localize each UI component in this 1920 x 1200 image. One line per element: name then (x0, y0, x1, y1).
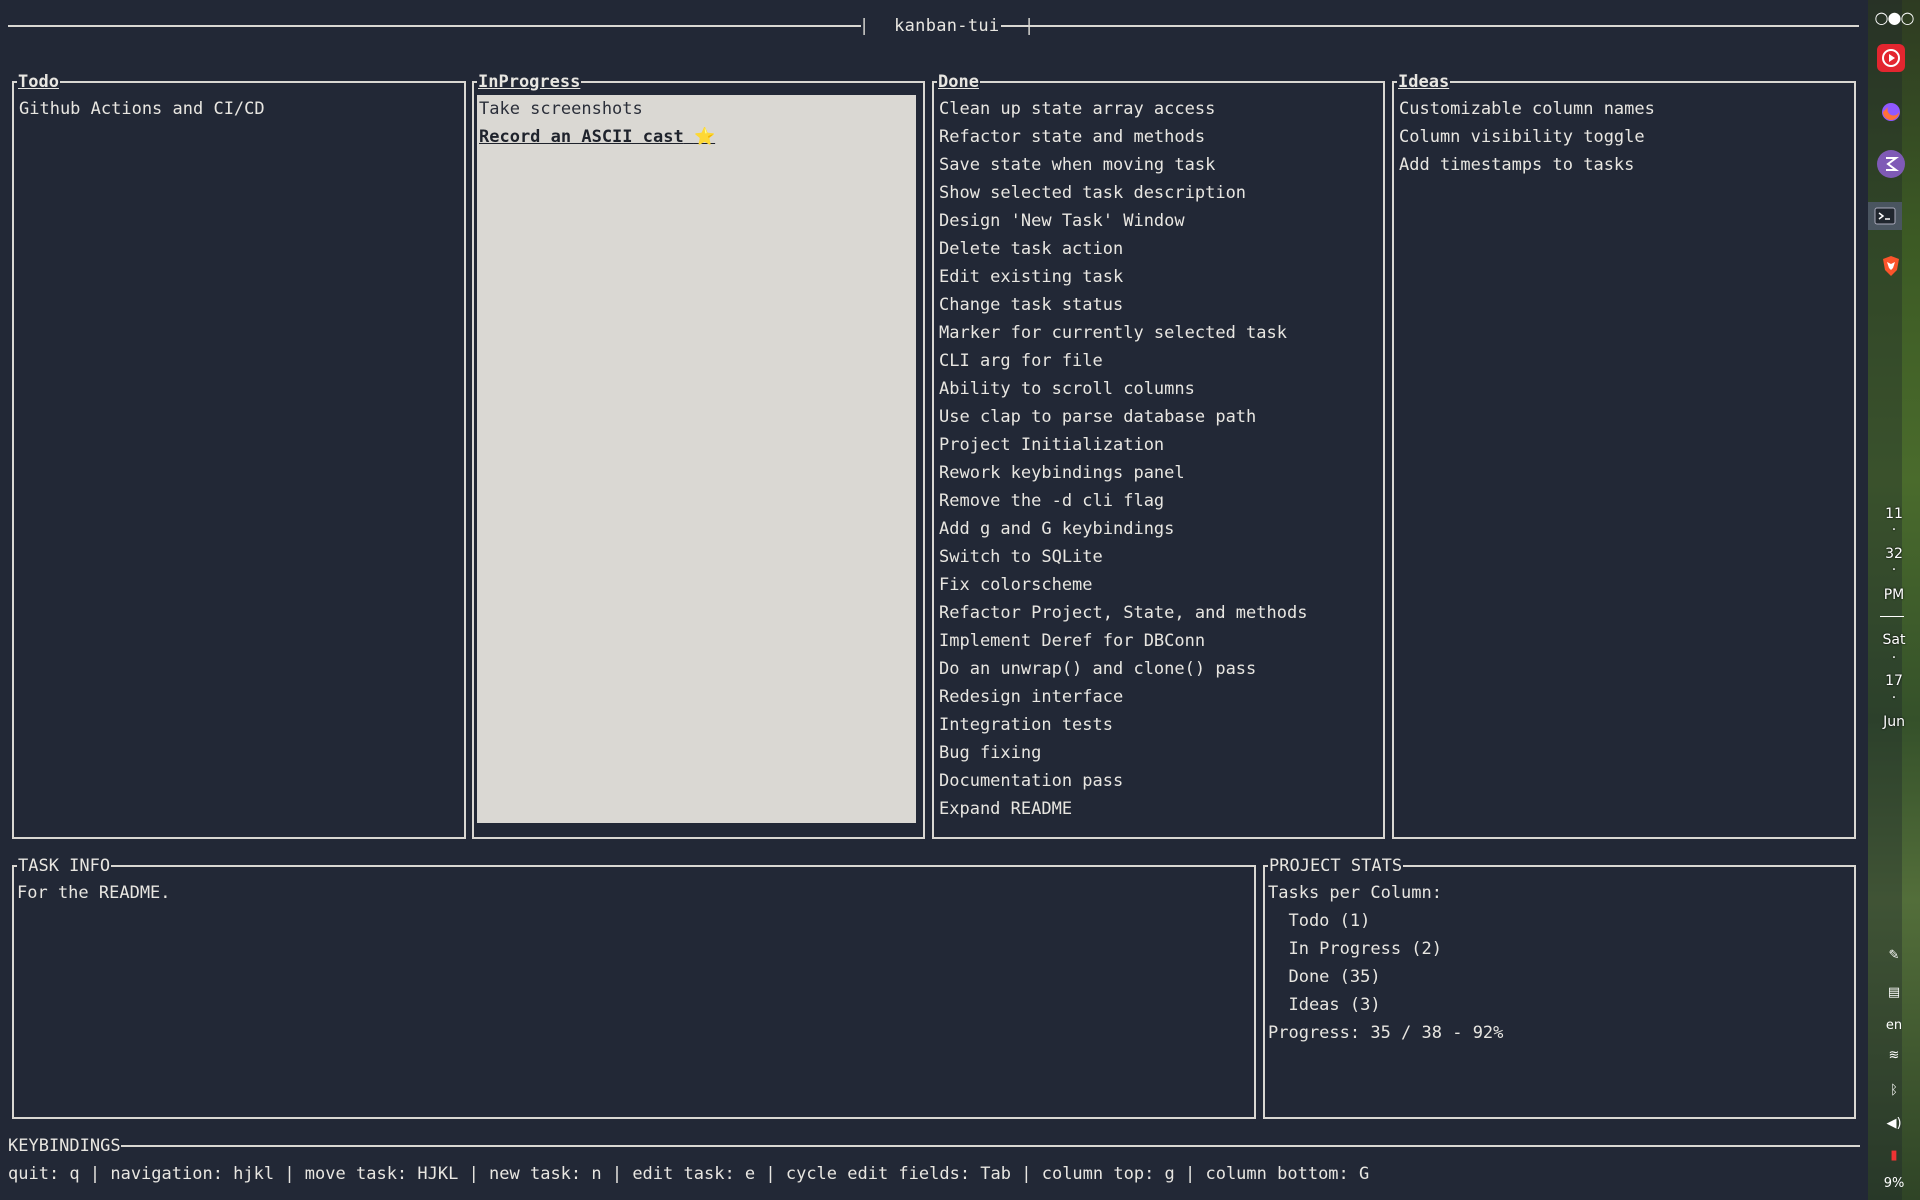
date-separator: · (1891, 650, 1897, 666)
task-list-inprogress: Take screenshots Record an ASCII cast ⭐ (477, 95, 920, 151)
task-item[interactable]: Redesign interface (937, 683, 1380, 711)
stats-row-done: Done (35) (1268, 967, 1381, 987)
clock-separator: · (1891, 562, 1897, 578)
task-item[interactable]: CLI arg for file (937, 347, 1380, 375)
color-picker-icon[interactable]: ✎ (1868, 948, 1920, 963)
task-item[interactable]: Change task status (937, 291, 1380, 319)
project-stats-title: PROJECT STATS (1268, 854, 1404, 878)
dots-icon[interactable]: ○●○ (1868, 8, 1920, 27)
emacs-icon[interactable] (1877, 150, 1905, 178)
task-item[interactable]: Do an unwrap() and clone() pass (937, 655, 1380, 683)
task-description: For the README. (17, 883, 171, 903)
wifi-icon[interactable]: ≋ (1868, 1048, 1920, 1063)
keyboard-layout-indicator[interactable]: en (1868, 1018, 1920, 1033)
task-item[interactable]: Expand README (937, 795, 1380, 823)
date-weekday: Sat (1882, 632, 1906, 648)
date-separator: · (1891, 690, 1897, 706)
task-item[interactable]: Integration tests (937, 711, 1380, 739)
task-item-selected[interactable]: Record an ASCII cast ⭐ (477, 123, 920, 151)
task-item[interactable]: Customizable column names (1397, 95, 1851, 123)
title-border-right (1001, 25, 1859, 27)
battery-icon[interactable]: ▮ (1868, 1148, 1920, 1163)
stats-heading: Tasks per Column: (1268, 883, 1442, 903)
task-item-label: Record an ASCII cast (479, 127, 684, 147)
clock-minute: 32 (1885, 546, 1903, 562)
youtube-music-icon[interactable] (1877, 44, 1905, 72)
task-item[interactable]: Implement Deref for DBConn (937, 627, 1380, 655)
task-item[interactable]: Clean up state array access (937, 95, 1380, 123)
task-item[interactable]: Rework keybindings panel (937, 459, 1380, 487)
column-todo[interactable]: Todo Github Actions and CI/CD (12, 70, 466, 839)
column-title-todo[interactable]: Todo (17, 70, 60, 94)
task-item[interactable]: Add timestamps to tasks (1397, 151, 1851, 179)
date-month: Jun (1883, 714, 1905, 730)
dock-divider (1880, 616, 1904, 617)
clipboard-icon[interactable]: ▤ (1868, 985, 1920, 1000)
clock-separator: · (1891, 522, 1897, 538)
battery-percent: 9% (1883, 1176, 1905, 1191)
bluetooth-icon[interactable]: ᛒ (1868, 1083, 1920, 1098)
title-border-left (8, 25, 861, 27)
clock-ampm: PM (1883, 587, 1905, 603)
project-stats-panel: PROJECT STATS Tasks per Column: Todo (1)… (1263, 854, 1856, 1119)
task-item[interactable]: Documentation pass (937, 767, 1380, 795)
column-done[interactable]: Done Clean up state array access Refactor… (932, 70, 1385, 839)
task-item[interactable]: Project Initialization (937, 431, 1380, 459)
task-item[interactable]: Design 'New Task' Window (937, 207, 1380, 235)
system-dock: ○●○ 11 · 32 · PM Sat · 17 · Jun ✎ ▤ en ≋… (1868, 0, 1920, 1200)
stats-progress: Progress: 35 / 38 - 92% (1268, 1023, 1504, 1043)
firefox-icon[interactable] (1877, 98, 1905, 126)
task-list-todo: Github Actions and CI/CD (17, 95, 461, 123)
task-item[interactable]: Remove the -d cli flag (937, 487, 1380, 515)
date-day: 17 (1885, 673, 1903, 689)
task-item[interactable]: Take screenshots (477, 95, 920, 123)
keybindings-border (121, 1145, 1860, 1147)
keybindings-title: KEYBINDINGS (8, 1136, 121, 1156)
star-icon: ⭐ (693, 127, 716, 147)
task-list-ideas: Customizable column names Column visibil… (1397, 95, 1851, 179)
task-item[interactable]: Fix colorscheme (937, 571, 1380, 599)
stats-list: Tasks per Column: Todo (1) In Progress (… (1268, 879, 1503, 1047)
column-title-inprogress[interactable]: InProgress (477, 70, 582, 94)
volume-icon[interactable]: ◀) (1868, 1116, 1920, 1131)
terminal-window: | kanban-tui | Todo Github Actions and C… (0, 0, 1868, 1200)
keybindings-text: quit: q | navigation: hjkl | move task: … (8, 1164, 1370, 1184)
task-item[interactable]: Edit existing task (937, 263, 1380, 291)
task-item[interactable]: Save state when moving task (937, 151, 1380, 179)
column-title-done[interactable]: Done (937, 70, 980, 94)
app-title-text: kanban-tui (894, 16, 1000, 36)
task-item[interactable]: Github Actions and CI/CD (17, 95, 461, 123)
stats-row-ideas: Ideas (3) (1268, 995, 1381, 1015)
task-item[interactable]: Marker for currently selected task (937, 319, 1380, 347)
terminal-icon[interactable] (1868, 202, 1902, 230)
brave-icon[interactable] (1877, 252, 1905, 280)
column-ideas[interactable]: Ideas Customizable column names Column v… (1392, 70, 1856, 839)
task-list-done: Clean up state array access Refactor stat… (937, 95, 1380, 823)
column-selection-highlight (477, 95, 916, 823)
clock-hour: 11 (1885, 506, 1903, 522)
task-info-panel: TASK INFO For the README. (12, 854, 1256, 1119)
task-item[interactable]: Refactor Project, State, and methods (937, 599, 1380, 627)
task-item[interactable]: Refactor state and methods (937, 123, 1380, 151)
stats-row-todo: Todo (1) (1268, 911, 1371, 931)
task-item[interactable]: Show selected task description (937, 179, 1380, 207)
title-bar-left: | (859, 16, 870, 36)
stats-row-inprogress: In Progress (2) (1268, 939, 1442, 959)
task-item[interactable]: Column visibility toggle (1397, 123, 1851, 151)
task-item[interactable]: Delete task action (937, 235, 1380, 263)
task-item[interactable]: Add g and G keybindings (937, 515, 1380, 543)
column-inprogress[interactable]: InProgress Take screenshots Record an AS… (472, 70, 925, 839)
column-title-ideas[interactable]: Ideas (1397, 70, 1451, 94)
task-item[interactable]: Switch to SQLite (937, 543, 1380, 571)
task-item[interactable]: Ability to scroll columns (937, 375, 1380, 403)
task-item[interactable]: Use clap to parse database path (937, 403, 1380, 431)
task-info-title: TASK INFO (17, 854, 112, 878)
task-item[interactable]: Bug fixing (937, 739, 1380, 767)
